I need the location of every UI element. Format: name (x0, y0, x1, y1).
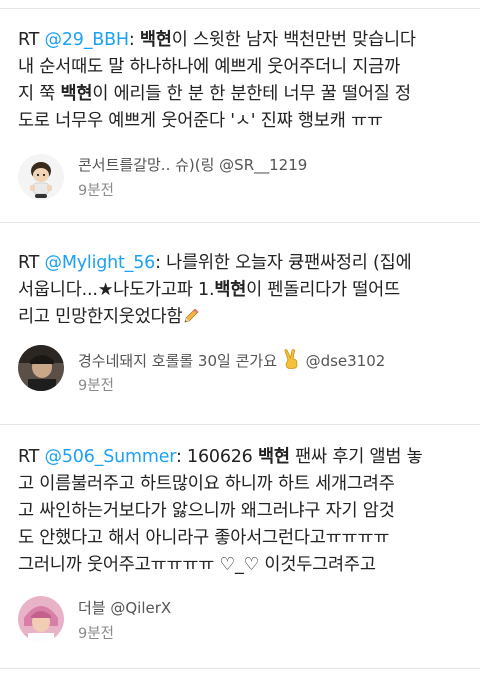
divider (0, 8, 480, 9)
avatar[interactable] (18, 345, 64, 391)
text-segment: 지 쭉 (18, 84, 61, 104)
tweet-text-line: 지 쭉 백현이 에리들 한 분 한 분한테 너무 꿀 떨어질 정 (18, 81, 468, 108)
text-segment: : 160626 (175, 447, 258, 467)
timestamp: 9분전 (78, 378, 114, 394)
highlighted-keyword: 백현 (257, 447, 290, 467)
highlighted-keyword: 백현 (139, 30, 172, 50)
highlighted-keyword: 백현 (214, 280, 247, 300)
divider (0, 222, 480, 223)
tweet-text-line: 고 이름불러주고 하트많이요 하니까 하트 세개그려주 (18, 471, 468, 498)
tweet-text-line: RT @Mylight_56: 나를위한 오늘자 큥팬싸정리 (집에 (18, 250, 468, 277)
timestamp: 9분전 (78, 626, 114, 642)
tweet-text-line: 도로 너무우 예쁘게 웃어준다 'ㅅ' 진쨔 행보캐 ㅠㅠ (18, 108, 468, 135)
text-segment: RT (18, 253, 45, 273)
text-segment: 서웁니다...★나도가고파 1. (18, 280, 215, 300)
text-segment: 이 에리들 한 분 한 분한테 너무 꿀 떨어질 정 (92, 84, 411, 104)
mention-link[interactable]: @506_Summer (45, 447, 177, 467)
text-segment: RT (18, 447, 45, 467)
author-display-name: 경수네돼지 호롤롤 30일 콘가요 (78, 352, 277, 370)
text-segment: 팬싸 후기 앨범 놓 (289, 447, 423, 467)
text-segment: 내 순서때도 말 하나하나에 예쁘게 웃어주더니 지금까 (18, 57, 400, 77)
mention-link[interactable]: @Mylight_56 (45, 253, 156, 273)
tweet-text-line: 리고 민망한지웃었다함 (18, 304, 468, 331)
mention-link[interactable]: @29_BBH (45, 30, 129, 50)
tweet-text-line: 고 싸인하는거보다가 앓으니까 왜그러냐구 자기 암것 (18, 498, 468, 525)
tweet-text-line: 서웁니다...★나도가고파 1.백현이 펜돌리다가 떨어뜨 (18, 277, 468, 304)
pencil-icon (184, 308, 199, 323)
text-segment: RT (18, 30, 45, 50)
divider (0, 668, 480, 669)
tweet[interactable]: RT @506_Summer: 160626 백현 팬싸 후기 앨범 놓고 이름… (0, 438, 480, 668)
tweet-text-line: RT @29_BBH: 백현이 스윗한 남자 백천만번 맞습니다 (18, 27, 468, 54)
tweet-text: RT @29_BBH: 백현이 스윗한 남자 백천만번 맞습니다 내 순서때도 말… (18, 27, 468, 135)
tweet-text-line: 내 순서때도 말 하나하나에 예쁘게 웃어주더니 지금까 (18, 54, 468, 81)
tweet-text-line: RT @506_Summer: 160626 백현 팬싸 후기 앨범 놓 (18, 444, 468, 471)
text-segment: 고 싸인하는거보다가 앓으니까 왜그러냐구 자기 암것 (18, 501, 395, 521)
victory-hand-icon (284, 349, 298, 369)
text-segment: : 나를위한 오늘자 큥팬싸정리 (집에 (155, 253, 412, 273)
timestamp: 9분전 (78, 183, 114, 199)
text-segment: 고 이름불러주고 하트많이요 하니까 하트 세개그려주 (18, 474, 395, 494)
avatar[interactable] (18, 596, 64, 642)
tweet-feed: RT @29_BBH: 백현이 스윗한 남자 백천만번 맞습니다 내 순서때도 말… (0, 0, 480, 676)
tweet-text-line: 그러니까 웃어주고ㅠㅠㅠㅠ ♡_♡ 이것두그려주고 (18, 552, 468, 579)
text-segment: 이 펜돌리다가 떨어뜨 (246, 280, 400, 300)
text-segment: : (128, 30, 140, 50)
text-segment: 이 스윗한 남자 백천만번 맞습니다 (171, 30, 416, 50)
author-name[interactable]: 콘서트를갈망.. 슈)(링 @SR__1219 (78, 154, 307, 175)
highlighted-keyword: 백현 (60, 84, 93, 104)
divider (0, 424, 480, 425)
text-segment: 도 안했다고 해서 아니라구 좋아서그런다고ㅠㅠㅠㅠ (18, 528, 390, 548)
tweet-text-line: 도 안했다고 해서 아니라구 좋아서그런다고ㅠㅠㅠㅠ (18, 525, 468, 552)
text-segment: 리고 민망한지웃었다함 (18, 307, 183, 327)
author-name[interactable]: 더블 @QilerX (78, 597, 171, 618)
tweet-text: RT @506_Summer: 160626 백현 팬싸 후기 앨범 놓고 이름… (18, 444, 468, 579)
tweet[interactable]: RT @29_BBH: 백현이 스윗한 남자 백천만번 맞습니다 내 순서때도 말… (0, 22, 480, 212)
author-name[interactable]: 경수네돼지 호롤롤 30일 콘가요 @dse3102 (78, 349, 385, 371)
tweet-text: RT @Mylight_56: 나를위한 오늘자 큥팬싸정리 (집에 서웁니다..… (18, 250, 468, 331)
avatar[interactable] (18, 154, 64, 200)
text-segment: 그러니까 웃어주고ㅠㅠㅠㅠ ♡_♡ 이것두그려주고 (18, 555, 376, 575)
tweet[interactable]: RT @Mylight_56: 나를위한 오늘자 큥팬싸정리 (집에 서웁니다..… (0, 240, 480, 410)
author-handle: @dse3102 (305, 352, 386, 370)
text-segment: 도로 너무우 예쁘게 웃어준다 'ㅅ' 진쨔 행보캐 ㅠㅠ (18, 111, 383, 131)
